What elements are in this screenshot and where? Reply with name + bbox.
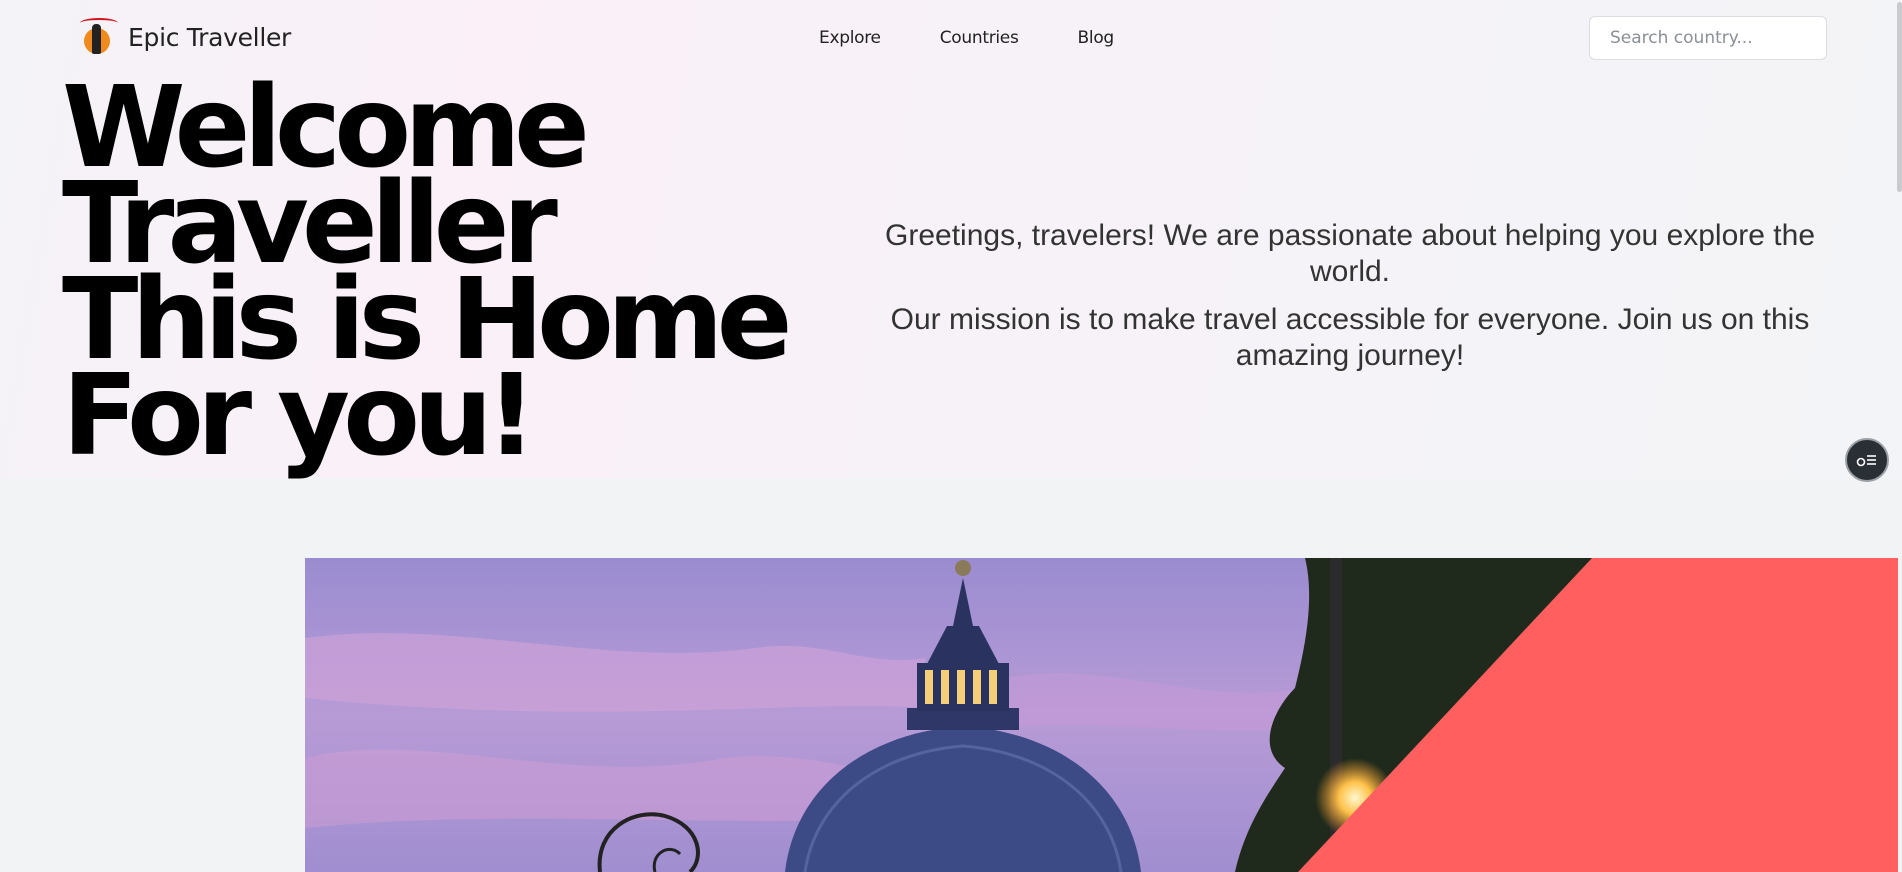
hero-photo <box>305 558 1898 872</box>
intro-paragraph: Our mission is to make travel accessible… <box>890 303 1810 372</box>
nav-countries[interactable]: Countries <box>940 28 1019 48</box>
search-input[interactable] <box>1589 16 1827 60</box>
scrollbar-thumb[interactable] <box>1897 2 1902 192</box>
logo-icon <box>80 16 118 58</box>
settings-toggle-icon <box>1856 455 1876 467</box>
brand-name: Epic Traveller <box>128 22 292 52</box>
nav-blog[interactable]: Blog <box>1078 28 1115 48</box>
hero-title: Welcome Traveller This is Home For you! <box>62 72 793 472</box>
intro-paragraph: Greetings, travelers! We are passionate … <box>885 219 1815 288</box>
floating-settings-button[interactable] <box>1845 438 1889 482</box>
hero-intro: Greetings, travelers! We are passionate … <box>850 218 1850 386</box>
brand-link[interactable]: Epic Traveller <box>80 16 291 58</box>
nav-explore[interactable]: Explore <box>819 28 881 48</box>
main-nav: Explore Countries Blog <box>819 28 1173 48</box>
